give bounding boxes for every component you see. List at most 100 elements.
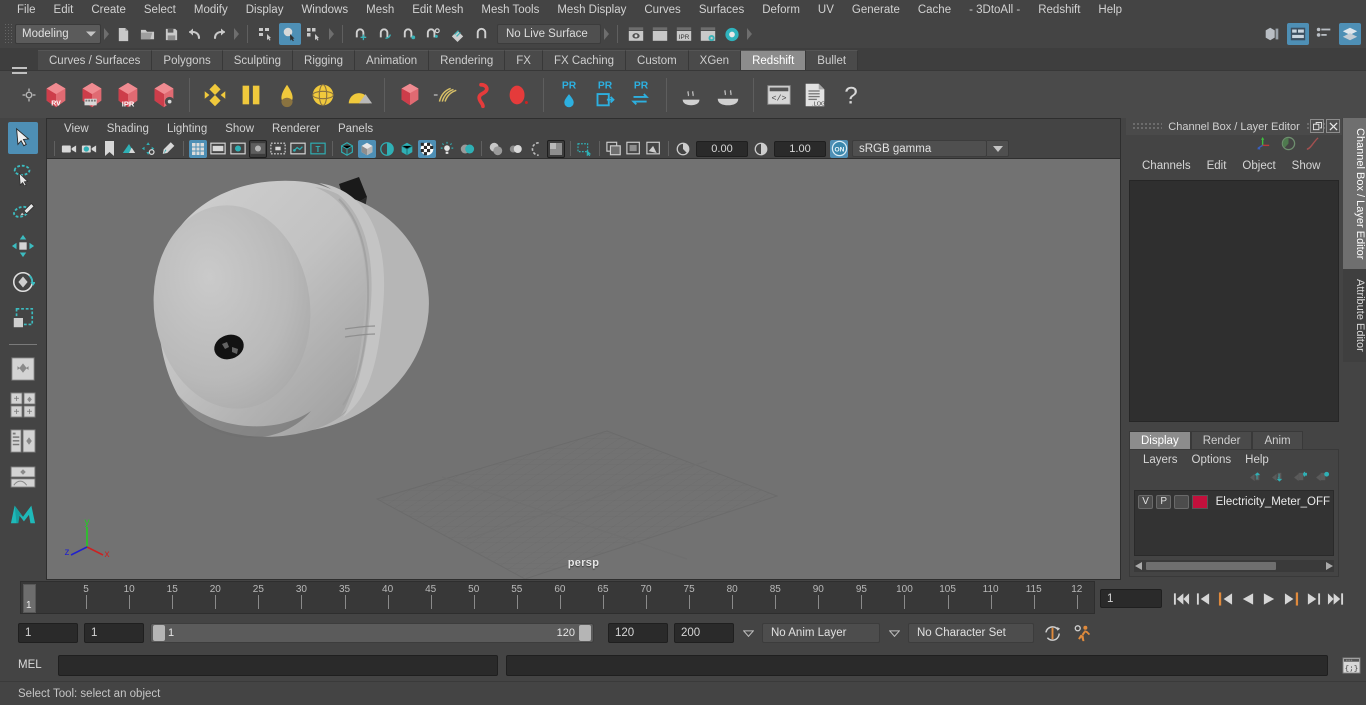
move-layer-down-icon[interactable] bbox=[1271, 471, 1286, 486]
layout-single-perspective-button[interactable] bbox=[8, 353, 38, 385]
motion-blur-icon[interactable] bbox=[507, 140, 525, 158]
live-surface-field[interactable]: No Live Surface bbox=[497, 24, 601, 44]
side-tab-channel-box[interactable]: Channel Box / Layer Editor bbox=[1343, 118, 1366, 270]
shelf-tab-rendering[interactable]: Rendering bbox=[429, 50, 506, 70]
color-management-chevron-down-icon[interactable] bbox=[987, 140, 1009, 157]
layer-menu-help[interactable]: Help bbox=[1238, 450, 1276, 470]
show-hide-tool-settings-icon[interactable] bbox=[1313, 23, 1335, 45]
isolate-select-icon[interactable] bbox=[547, 139, 565, 158]
go-to-end-icon[interactable] bbox=[1326, 589, 1345, 608]
redshift-render-settings-icon[interactable] bbox=[146, 74, 182, 116]
playback-start-time-field[interactable]: 1 bbox=[84, 623, 144, 643]
wireframe-shading-icon[interactable] bbox=[338, 140, 356, 158]
menu-windows[interactable]: Windows bbox=[292, 0, 357, 20]
animation-end-time-field[interactable]: 200 bbox=[674, 623, 734, 643]
show-hide-modeling-toolkit-icon[interactable] bbox=[1261, 23, 1283, 45]
menu-display[interactable]: Display bbox=[237, 0, 293, 20]
anim-layer-chevron-down-icon[interactable] bbox=[740, 623, 756, 643]
menu-set-selector[interactable]: Modeling bbox=[15, 24, 101, 44]
redshift-render-view-icon[interactable]: RV bbox=[38, 74, 74, 116]
redshift-pr-convert-icon[interactable]: PR bbox=[623, 74, 659, 116]
layer-visibility-toggle[interactable]: V bbox=[1138, 494, 1154, 509]
paint-select-tool-button[interactable] bbox=[8, 194, 38, 226]
layer-name[interactable]: Electricity_Meter_OFF bbox=[1216, 496, 1330, 508]
exposure-value-field[interactable]: 0.00 bbox=[696, 140, 748, 157]
menu-3dtoall[interactable]: - 3DtoAll - bbox=[960, 0, 1029, 20]
viewport-snapshot-icon[interactable] bbox=[645, 140, 663, 158]
texture-shading-icon[interactable] bbox=[418, 139, 436, 158]
shelf-tab-redshift[interactable]: Redshift bbox=[741, 50, 807, 70]
shadows-icon[interactable] bbox=[458, 140, 476, 158]
undock-icon[interactable] bbox=[1310, 119, 1324, 133]
range-slider-bar[interactable]: 1 120 bbox=[150, 623, 594, 643]
step-forward-keyframe-icon[interactable] bbox=[1304, 589, 1323, 608]
shelf-menu-icon[interactable] bbox=[10, 62, 28, 80]
channel-box-menu-object[interactable]: Object bbox=[1234, 155, 1283, 177]
layer-playback-toggle[interactable]: P bbox=[1156, 494, 1172, 509]
redshift-log-icon[interactable]: .LOG bbox=[797, 74, 833, 116]
redshift-bake-icon[interactable] bbox=[674, 74, 710, 116]
screen-space-ao-icon[interactable] bbox=[487, 140, 505, 158]
texture-placement-icon[interactable]: T bbox=[309, 140, 327, 158]
layer-list-scrollbar[interactable] bbox=[1134, 560, 1334, 572]
layout-outliner-persp-button[interactable] bbox=[8, 425, 38, 457]
create-new-layer-icon[interactable] bbox=[1293, 471, 1308, 486]
rotate-tool-button[interactable] bbox=[8, 266, 38, 298]
create-layer-from-selected-icon[interactable] bbox=[1315, 471, 1330, 486]
menu-redshift[interactable]: Redshift bbox=[1029, 0, 1089, 20]
redshift-render-sequence-icon[interactable] bbox=[74, 74, 110, 116]
snap-to-curve-icon[interactable] bbox=[374, 23, 396, 45]
tab-anim[interactable]: Anim bbox=[1252, 431, 1303, 449]
use-default-lights-icon[interactable] bbox=[438, 140, 456, 158]
new-scene-icon[interactable] bbox=[112, 23, 134, 45]
snap-to-point-icon[interactable] bbox=[398, 23, 420, 45]
layer-shading-toggle[interactable] bbox=[1174, 494, 1190, 509]
play-forwards-icon[interactable] bbox=[1260, 589, 1279, 608]
shelf-tab-bullet[interactable]: Bullet bbox=[806, 50, 859, 70]
current-frame-field[interactable]: 1 bbox=[1100, 589, 1162, 608]
render-settings-icon[interactable] bbox=[697, 23, 719, 45]
show-hide-channel-box-icon[interactable] bbox=[1339, 23, 1361, 45]
shaded-wireframe-icon[interactable] bbox=[398, 140, 416, 158]
redo-icon[interactable] bbox=[208, 23, 230, 45]
menu-generate[interactable]: Generate bbox=[843, 0, 909, 20]
channel-box-menu-channels[interactable]: Channels bbox=[1134, 155, 1199, 177]
menu-mesh[interactable]: Mesh bbox=[357, 0, 403, 20]
redshift-hair-icon[interactable] bbox=[428, 74, 464, 116]
color-management-select[interactable]: sRGB gamma bbox=[852, 140, 987, 157]
status-line-grip[interactable] bbox=[4, 23, 12, 45]
step-back-keyframe-icon[interactable] bbox=[1194, 589, 1213, 608]
shelf-tab-curves-surfaces[interactable]: Curves / Surfaces bbox=[38, 50, 153, 70]
menu-deform[interactable]: Deform bbox=[753, 0, 809, 20]
menu-help[interactable]: Help bbox=[1089, 0, 1131, 20]
menu-create[interactable]: Create bbox=[82, 0, 135, 20]
menu-mesh-display[interactable]: Mesh Display bbox=[548, 0, 635, 20]
viewport-menu-view[interactable]: View bbox=[55, 119, 98, 139]
layer-menu-options[interactable]: Options bbox=[1185, 450, 1239, 470]
color-management-toggle-icon[interactable]: ON bbox=[830, 139, 848, 158]
render-view-icon[interactable] bbox=[625, 23, 647, 45]
auto-keyframe-icon[interactable] bbox=[1040, 623, 1064, 643]
menu-mesh-tools[interactable]: Mesh Tools bbox=[472, 0, 548, 20]
menu-file[interactable]: File bbox=[8, 0, 45, 20]
status-separator-5[interactable] bbox=[746, 24, 752, 44]
select-camera-icon[interactable] bbox=[60, 140, 78, 158]
ipr-render-icon[interactable]: IPR bbox=[673, 23, 695, 45]
viewport-menu-shading[interactable]: Shading bbox=[98, 119, 158, 139]
redshift-script-icon[interactable]: </> bbox=[761, 74, 797, 116]
pie-chart-icon[interactable] bbox=[1281, 136, 1296, 154]
play-backwards-icon[interactable] bbox=[1238, 589, 1257, 608]
viewport-menu-lighting[interactable]: Lighting bbox=[158, 119, 216, 139]
snap-to-view-plane-icon[interactable] bbox=[446, 23, 468, 45]
redshift-material2-icon[interactable] bbox=[233, 74, 269, 116]
step-back-frame-icon[interactable] bbox=[1216, 589, 1235, 608]
shelf-tab-fx-caching[interactable]: FX Caching bbox=[542, 50, 627, 70]
shelf-options-gear-icon[interactable] bbox=[22, 88, 38, 104]
layout-persp-graph-button[interactable] bbox=[8, 461, 38, 493]
image-plane-icon[interactable] bbox=[120, 140, 138, 158]
menu-edit-mesh[interactable]: Edit Mesh bbox=[403, 0, 472, 20]
menu-edit[interactable]: Edit bbox=[45, 0, 83, 20]
redshift-light-sphere-icon[interactable] bbox=[305, 74, 341, 116]
viewport-menu-renderer[interactable]: Renderer bbox=[263, 119, 329, 139]
range-handle-right[interactable] bbox=[579, 625, 591, 641]
